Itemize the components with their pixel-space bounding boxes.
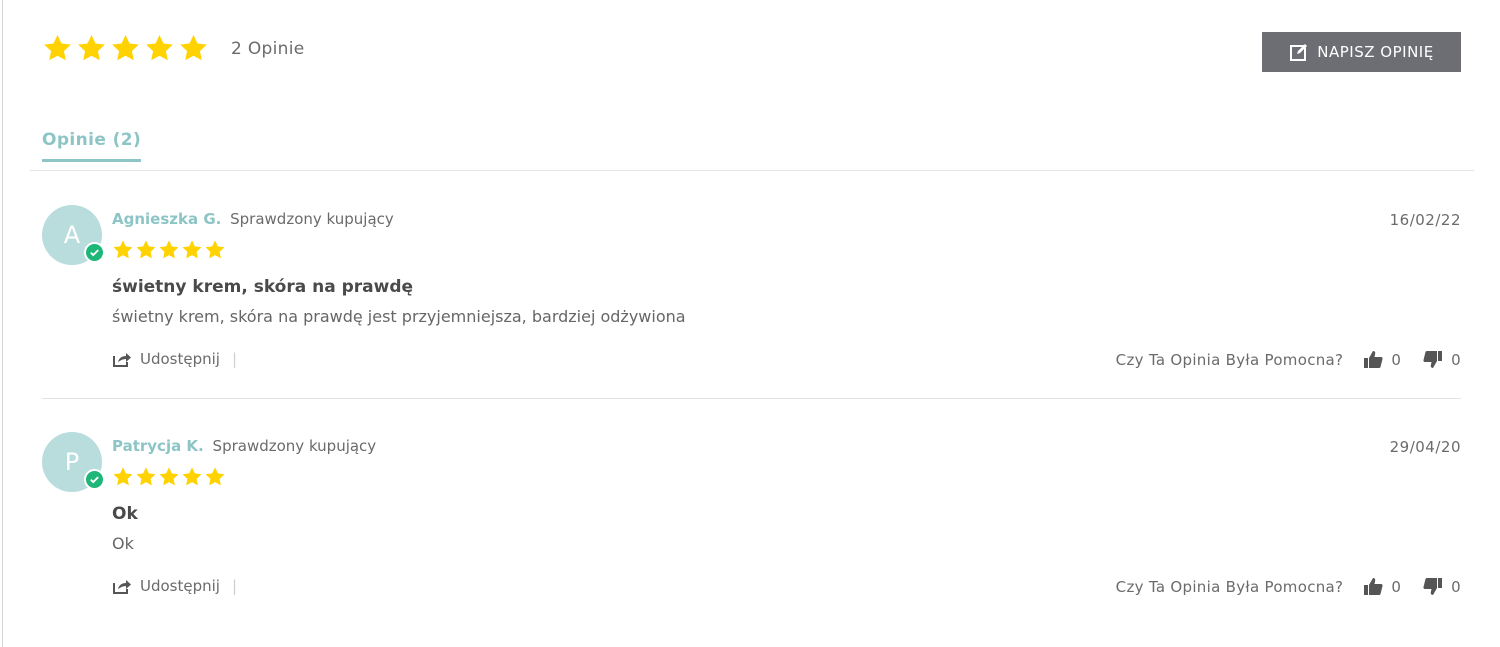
verified-check-icon [84,242,105,263]
star-icon [159,240,179,259]
review-date: 16/02/22 [1389,211,1461,229]
thumbs-down-button[interactable]: 0 [1423,577,1461,596]
helpful-section: Czy Ta Opinia Była Pomocna? 0 0 [1116,350,1461,369]
star-icon [78,34,105,61]
verified-check-icon [84,469,105,490]
helpful-section: Czy Ta Opinia Była Pomocna? 0 0 [1116,577,1461,596]
share-icon [113,352,131,367]
author-line: Patrycja K. Sprawdzony kupujący [112,437,376,455]
thumbs-down-button[interactable]: 0 [1423,350,1461,369]
thumbs-down-icon [1423,578,1443,595]
star-icon [182,467,202,486]
star-icon [113,467,133,486]
thumbs-down-icon [1423,351,1443,368]
downvote-count: 0 [1451,577,1461,596]
review-title: świetny krem, skóra na prawdę [112,277,414,297]
review-stars [112,466,226,488]
author-name: Agnieszka G. [112,210,222,228]
downvote-count: 0 [1451,350,1461,369]
verified-buyer-label: Sprawdzony kupujący [212,437,377,455]
author-name: Patrycja K. [112,437,204,455]
star-icon [136,467,156,486]
tab-reviews[interactable]: Opinie (2) [42,130,142,162]
helpful-question: Czy Ta Opinia Była Pomocna? [1115,350,1344,369]
review-stars [112,239,226,261]
star-icon [205,240,225,259]
review-body: świetny krem, skóra na prawdę jest przyj… [112,307,686,326]
share-button[interactable]: Udostępnij | [112,350,237,368]
write-review-label: NAPISZ OPINIĘ [1317,43,1434,61]
helpful-question: Czy Ta Opinia Była Pomocna? [1115,577,1344,596]
share-separator: | [231,350,238,368]
star-icon [44,34,71,61]
star-icon [182,240,202,259]
thumbs-up-button[interactable]: 0 [1363,350,1401,369]
review-divider [42,398,1461,399]
share-icon [113,579,131,594]
share-separator: | [231,577,238,595]
share-label: Udostępnij [140,577,220,595]
review-date: 29/04/20 [1389,438,1461,456]
edit-icon [1290,44,1308,61]
share-label: Udostępnij [140,350,220,368]
write-review-button[interactable]: NAPISZ OPINIĘ [1262,32,1461,72]
review-title: Ok [112,504,138,524]
review-count: 2 Opinie [231,38,305,59]
upvote-count: 0 [1391,577,1402,596]
tabs-divider [30,170,1474,171]
thumbs-up-button[interactable]: 0 [1363,577,1401,596]
star-icon [146,34,173,61]
upvote-count: 0 [1391,350,1402,369]
star-icon [180,34,207,61]
star-icon [112,34,139,61]
star-icon [205,467,225,486]
thumbs-up-icon [1364,578,1383,595]
star-icon [159,467,179,486]
star-icon [113,240,133,259]
share-button[interactable]: Udostępnij | [112,577,237,595]
page-left-border [2,0,3,647]
verified-buyer-label: Sprawdzony kupujący [230,210,394,228]
star-icon [136,240,156,259]
summary-stars [42,33,209,64]
rating-summary: 2 Opinie [42,33,304,64]
thumbs-up-icon [1364,351,1383,368]
author-line: Agnieszka G. Sprawdzony kupujący [112,210,394,228]
review-body: Ok [112,534,134,553]
